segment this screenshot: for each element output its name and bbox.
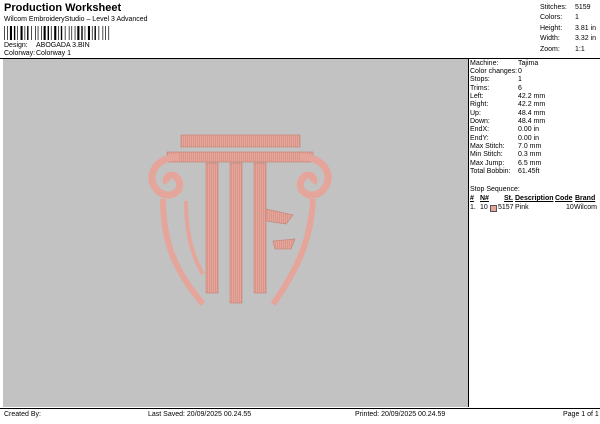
stat-height: Height: 3.81 in (540, 24, 597, 32)
info-row-down: Down: 48.4 mm (470, 118, 546, 126)
page-title: Production Worksheet (4, 2, 122, 14)
stat-stitches: Stitches: 5159 (540, 3, 591, 11)
info-row-endx: EndX: 0.00 in (470, 126, 540, 134)
page-number: Page 1 of 1 (563, 411, 599, 418)
info-row-trims: Trims: 6 (470, 84, 522, 92)
machine-info-panel: Machine: Tajima Color changes: 0 Stops: 1 T… (470, 59, 598, 176)
col-n: N# (480, 195, 489, 202)
info-row-left: Left: 42.2 mm (470, 93, 546, 101)
info-row-right: Right: 42.2 mm (470, 101, 546, 109)
embroidery-design-pillar-logo (148, 134, 332, 306)
printed-date: Printed: 20/09/2025 00.24.59 (355, 411, 446, 418)
col-description: Description (515, 195, 554, 202)
stats-panel: Stitches: 5159 Colors: 1 Height: 3.81 in Wi… (540, 2, 600, 55)
info-row-max-jump: Max Jump: 6.5 mm (470, 159, 542, 167)
panel-divider (468, 59, 469, 407)
created-by: Created By: (4, 411, 41, 418)
footer-divider (0, 408, 600, 409)
stop-sequence-title: Stop Sequence: (470, 186, 520, 193)
stat-zoom: Zoom: 1:1 (540, 45, 585, 53)
thread-color-swatch (490, 205, 497, 212)
info-row-up: Up: 48.4 mm (470, 109, 546, 117)
info-row-machine: Machine: Tajima (470, 59, 539, 67)
stat-colors: Colors: 1 (540, 14, 579, 22)
colorway-label: Colorway: (4, 50, 36, 57)
colorway-value: Colorway 1 (36, 50, 72, 57)
col-num: # (470, 195, 474, 202)
info-row-min-stitch: Min Stitch: 0.3 mm (470, 151, 542, 159)
design-label: Design: (4, 42, 28, 49)
last-saved: Last Saved: 20/09/2025 00.24.55 (148, 411, 252, 418)
info-row-color-changes: Color changes: 0 (470, 68, 522, 76)
software-subtitle: Wilcom EmbroideryStudio – Level 3 Advanc… (4, 16, 148, 23)
info-row-total-bobbin: Total Bobbin: 61.45ft (470, 168, 540, 176)
info-row-stops: Stops: 1 (470, 76, 522, 84)
design-preview-canvas (3, 59, 468, 407)
col-code: Code (555, 195, 573, 202)
design-value: ABOGADA 3.BIN (36, 42, 90, 49)
stat-width: Width: 3.32 in (540, 35, 597, 43)
col-st: St. (504, 195, 513, 202)
barcode-image (4, 26, 110, 40)
info-row-endy: EndY: 0.00 in (470, 134, 540, 142)
info-row-max-stitch: Max Stitch: 7.0 mm (470, 143, 542, 151)
col-brand: Brand (575, 195, 596, 202)
